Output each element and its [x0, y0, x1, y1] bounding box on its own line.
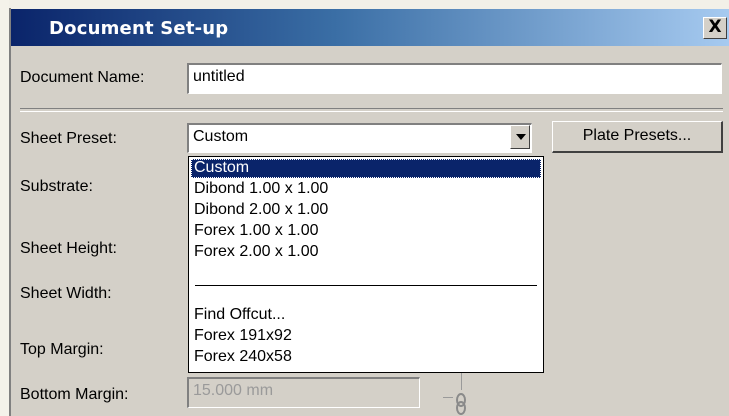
link-bracket-horizontal — [443, 397, 453, 398]
window-left-shadow — [9, 8, 11, 416]
chevron-down-icon — [516, 134, 526, 140]
dropdown-item[interactable]: Forex 191x92 — [194, 326, 292, 346]
bottom-margin-label: Bottom Margin: — [20, 386, 129, 403]
title-bar[interactable]: Document Set-up — [11, 9, 729, 46]
window-title: Document Set-up — [49, 18, 229, 39]
chain-link-icon[interactable] — [453, 392, 469, 416]
dropdown-item[interactable]: Dibond 2.00 x 1.00 — [194, 200, 328, 220]
document-name-label: Document Name: — [20, 69, 145, 86]
substrate-label: Substrate: — [20, 178, 93, 195]
window-top-border — [0, 0, 729, 9]
plate-presets-label: Plate Presets... — [582, 127, 692, 144]
sheet-preset-value: Custom — [193, 128, 249, 145]
sheet-preset-dropdown-button[interactable] — [510, 125, 530, 149]
dropdown-item[interactable]: Forex 2.00 x 1.00 — [194, 242, 319, 262]
close-icon: X — [708, 17, 722, 37]
dropdown-item[interactable]: Forex 1.00 x 1.00 — [194, 221, 319, 241]
dropdown-separator — [195, 285, 537, 286]
sheet-preset-dropdown-list: Custom Dibond 1.00 x 1.00 Dibond 2.00 x … — [188, 156, 544, 373]
document-setup-dialog: Document Set-up X Document Name: untitle… — [0, 0, 729, 416]
dropdown-item[interactable]: Dibond 1.00 x 1.00 — [194, 179, 328, 199]
sheet-width-label: Sheet Width: — [20, 285, 112, 302]
close-button[interactable]: X — [703, 17, 727, 39]
top-margin-label: Top Margin: — [20, 341, 104, 358]
document-name-input[interactable]: untitled — [187, 63, 722, 94]
link-bracket-vertical — [461, 372, 462, 390]
sheet-height-label: Sheet Height: — [20, 240, 117, 257]
separator — [20, 108, 723, 112]
document-name-value: untitled — [193, 68, 245, 85]
sheet-preset-label: Sheet Preset: — [20, 130, 117, 147]
dropdown-item[interactable]: Forex 240x58 — [194, 347, 292, 367]
sheet-preset-select[interactable]: Custom — [187, 123, 532, 153]
dropdown-item-custom[interactable]: Custom — [194, 158, 249, 178]
bottom-margin-value: 15.000 mm — [193, 382, 274, 399]
plate-presets-button[interactable]: Plate Presets... — [552, 121, 723, 153]
dropdown-item-find-offcut[interactable]: Find Offcut... — [194, 305, 285, 325]
window-left-border — [0, 0, 9, 416]
bottom-margin-input[interactable]: 15.000 mm — [187, 377, 420, 408]
